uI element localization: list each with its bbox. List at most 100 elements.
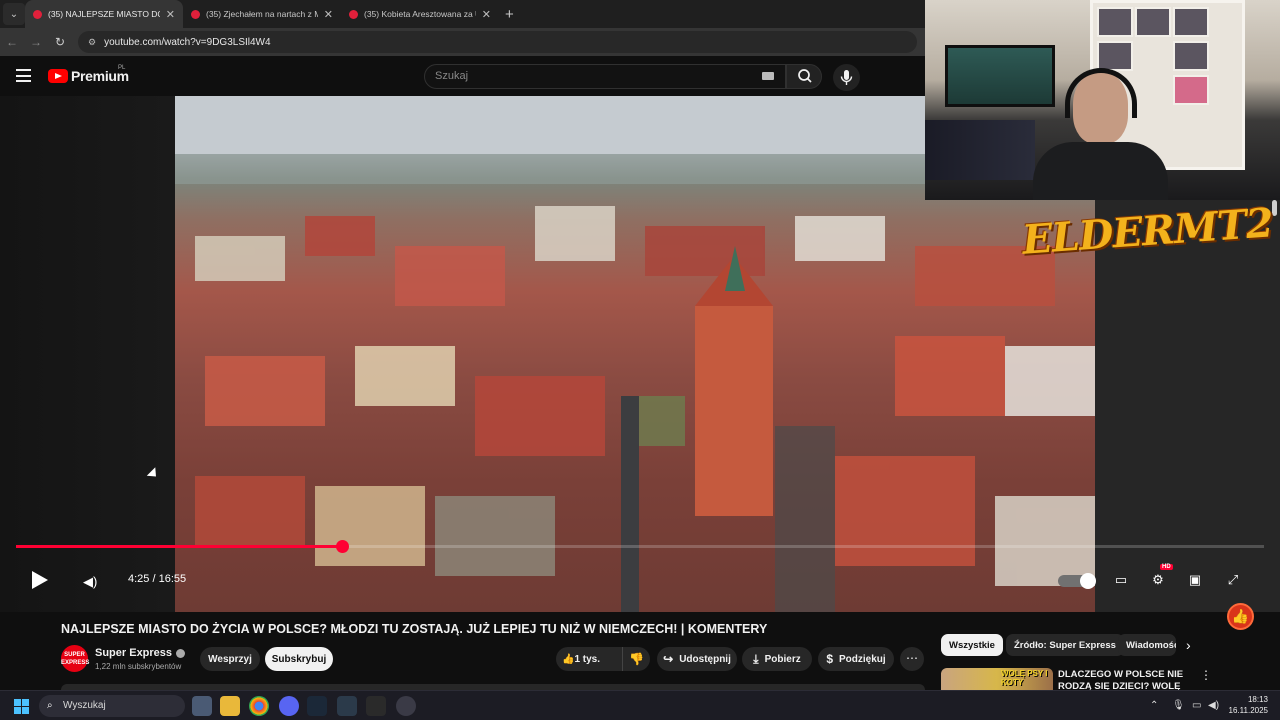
forward-arrow-icon[interactable]: →: [24, 35, 48, 49]
browser-tab-3[interactable]: (35) Kobieta Aresztowana za Uj ✕: [341, 0, 499, 28]
channel-name[interactable]: Super Express: [95, 647, 172, 659]
tab-label: (35) Zjechałem na nartach z Mo: [206, 9, 318, 19]
hd-badge: HD: [1160, 564, 1173, 570]
microphone-tray-icon[interactable]: 🎙: [1172, 700, 1185, 711]
thanks-icon: $: [826, 652, 833, 666]
taskbar-clock[interactable]: 18:13 16.11.2025: [1226, 694, 1268, 716]
youtube-favicon-icon: [191, 9, 200, 19]
url-bar[interactable]: ⚙ youtube.com/watch?v=9DG3LSIl4W4: [78, 31, 917, 53]
download-label: Pobierz: [764, 653, 801, 665]
download-button[interactable]: ⤓ Pobierz: [742, 647, 812, 671]
thumbs-up-icon: 👍: [562, 653, 575, 665]
channel-name-row[interactable]: Super Express: [95, 647, 186, 659]
like-dislike-group: 👍 1 tys. 👎: [556, 647, 650, 671]
shelf-cell: [1135, 7, 1171, 37]
url-text: youtube.com/watch?v=9DG3LSIl4W4: [104, 36, 271, 48]
browser-tab-2[interactable]: (35) Zjechałem na nartach z Mo ✕: [183, 0, 341, 28]
like-button[interactable]: 👍 1 tys.: [562, 647, 600, 671]
youtube-logo[interactable]: Premium PL: [48, 65, 129, 84]
menu-icon[interactable]: [16, 69, 31, 86]
volume-tray-icon[interactable]: ◀): [1208, 700, 1219, 711]
close-tab-icon[interactable]: ✕: [166, 8, 175, 21]
obs-icon[interactable]: [396, 696, 416, 716]
duration: 16:55: [158, 573, 187, 585]
share-button[interactable]: ↪ Udostępnij: [657, 647, 737, 671]
chip-news[interactable]: Wiadomości: [1118, 634, 1176, 656]
clock-date: 16.11.2025: [1228, 706, 1268, 715]
headset-image: [1065, 68, 1137, 118]
close-tab-icon[interactable]: ✕: [482, 8, 491, 21]
youtube-favicon-icon: [33, 9, 42, 19]
dislike-button[interactable]: 👎: [622, 647, 644, 671]
current-time: 4:25: [128, 573, 150, 585]
fullscreen-icon[interactable]: ⤢: [1224, 571, 1242, 589]
tab-search-button[interactable]: ⌄: [3, 3, 25, 25]
progress-bar[interactable]: [16, 540, 1264, 553]
keyboard-icon[interactable]: [762, 72, 774, 80]
autoplay-toggle[interactable]: [1058, 573, 1096, 589]
page-scrollbar[interactable]: [1272, 200, 1277, 216]
discord-icon[interactable]: [279, 696, 299, 716]
support-button[interactable]: Wesprzyj: [200, 647, 260, 671]
shelf-cell: [1173, 41, 1209, 71]
windows-start-icon[interactable]: [14, 699, 29, 714]
tray-chevron-icon[interactable]: ⌃: [1150, 700, 1158, 711]
thanks-label: Podziękuj: [839, 653, 886, 665]
shelf-cell: [1173, 7, 1209, 37]
taskbar-search-label: Wyszukaj: [63, 700, 106, 711]
thanks-button[interactable]: $ Podziękuj: [818, 647, 894, 671]
shelf-cell: [1097, 7, 1133, 37]
recommendation-thumbnail[interactable]: WOLĘ PSY I KOTY: [941, 668, 1053, 690]
share-icon: ↪: [663, 652, 674, 666]
webcam-overlay: [925, 0, 1280, 200]
epic-games-icon[interactable]: [366, 696, 386, 716]
thumbnail-text: WOLĘ PSY I KOTY: [1001, 669, 1048, 687]
thumbs-up-overlay-icon: 👍: [1227, 603, 1254, 630]
chrome-icon[interactable]: [249, 696, 269, 716]
youtube-favicon-icon: [349, 9, 358, 19]
recommendation-menu-icon[interactable]: ⋮: [1200, 668, 1212, 682]
volume-icon[interactable]: ◀): [83, 574, 97, 590]
reload-icon[interactable]: ↻: [48, 35, 72, 49]
more-options-icon[interactable]: ⋯: [900, 647, 924, 671]
desk-image: [925, 120, 1035, 180]
back-arrow-icon[interactable]: ←: [0, 35, 24, 49]
site-info-icon[interactable]: ⚙: [88, 37, 96, 48]
voice-search-button[interactable]: [833, 64, 860, 91]
progress-played: [16, 545, 342, 548]
shelf-cell: [1173, 75, 1209, 105]
verified-badge-icon: [176, 648, 186, 658]
search-input[interactable]: Szukaj: [424, 64, 786, 89]
network-icon[interactable]: ▭: [1192, 700, 1201, 711]
screen: ⌄ (35) NAJLEPSZE MIASTO DO ŻYCIA ✕ (35) …: [0, 0, 1280, 720]
browser-toolbar: ← → ↻ ⚙ youtube.com/watch?v=9DG3LSIl4W4: [0, 28, 925, 56]
task-view-icon[interactable]: [192, 696, 212, 716]
steam-icon[interactable]: [307, 696, 327, 716]
streamer-body: [1033, 142, 1168, 200]
file-explorer-icon[interactable]: [220, 696, 240, 716]
recommendation-title[interactable]: DLACZEGO W POLSCE NIE RODZĄ SIĘ DZIECI? …: [1058, 669, 1188, 690]
logo-region: PL: [118, 65, 126, 71]
search-button[interactable]: [786, 64, 822, 89]
microphone-icon: [840, 70, 853, 85]
progress-scrubber[interactable]: [335, 540, 349, 553]
browser-tab-1[interactable]: (35) NAJLEPSZE MIASTO DO ŻYCIA ✕: [25, 0, 183, 28]
channel-avatar[interactable]: SUPER EXPRESS: [61, 645, 89, 672]
like-count: 1 tys.: [574, 653, 601, 665]
browser-tab-strip: ⌄ (35) NAJLEPSZE MIASTO DO ŻYCIA ✕ (35) …: [0, 0, 925, 28]
subtitles-icon[interactable]: ▭: [1112, 571, 1130, 589]
chip-all[interactable]: Wszystkie: [941, 634, 1003, 656]
chevron-right-icon[interactable]: ›: [1186, 637, 1191, 653]
time-display: 4:25 / 16:55: [128, 573, 186, 585]
play-icon[interactable]: [32, 571, 48, 589]
chip-source[interactable]: Źródło: Super Express: [1006, 634, 1124, 656]
subscribe-button[interactable]: Subskrybuj: [265, 647, 333, 671]
new-tab-plus-icon[interactable]: +: [505, 6, 514, 23]
thumbs-down-icon: 👎: [629, 652, 644, 666]
settings-gear-icon[interactable]: ⚙: [1149, 571, 1167, 589]
theater-mode-icon[interactable]: ▣: [1186, 571, 1204, 589]
app-icon[interactable]: [337, 696, 357, 716]
subscriber-count: 1,22 mln subskrybentów: [95, 662, 182, 671]
close-tab-icon[interactable]: ✕: [324, 8, 333, 21]
taskbar-search[interactable]: ⌕ Wyszukaj: [39, 695, 185, 717]
